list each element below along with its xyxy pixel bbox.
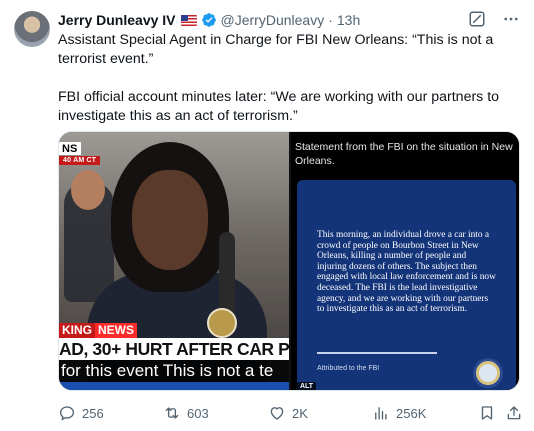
fbi-statement-image[interactable]: Statement from the FBI on the situation … (291, 132, 519, 390)
action-bar: 256 603 2K 256K (58, 403, 523, 423)
time-tag: 40 AM CT (59, 156, 101, 165)
fbi-seal-icon (473, 358, 503, 388)
breaking-label-part-b: NEWS (95, 323, 137, 338)
like-count: 2K (292, 405, 308, 421)
ticker-bar (59, 382, 289, 390)
reply-count: 256 (82, 405, 104, 421)
timestamp[interactable]: 13h (337, 12, 360, 28)
reply-icon (59, 406, 75, 421)
heart-icon (270, 407, 284, 420)
tweet-text: Assistant Special Agent in Charge for FB… (58, 32, 500, 124)
speaker-face (132, 170, 208, 270)
grok-icon[interactable] (468, 10, 486, 33)
media-grid: NS 40 AM CT KING NEWS AD, 30+ HURT AFTER… (58, 131, 520, 391)
bookmark-icon (481, 406, 493, 420)
bookmark-button[interactable] (478, 403, 496, 423)
statement-divider (317, 352, 437, 354)
reply-button[interactable]: 256 (58, 403, 104, 423)
views-count: 256K (396, 405, 427, 421)
author-handle[interactable]: @JerryDunleavy (221, 12, 325, 28)
network-tag: NS (59, 142, 82, 155)
views-chart-icon (375, 407, 387, 420)
background-face (71, 170, 105, 210)
statement-text: This morning, an individual drove a car … (317, 230, 496, 315)
avatar[interactable] (14, 11, 50, 47)
statement-card: This morning, an individual drove a car … (297, 180, 516, 390)
breaking-news-label: KING NEWS (59, 323, 137, 338)
repost-icon (165, 407, 179, 419)
repost-button[interactable]: 603 (163, 403, 209, 423)
uniform-patch (207, 308, 237, 338)
alt-text-badge[interactable]: ALT (297, 382, 317, 390)
news-chyron: AD, 30+ HURT AFTER CAR PLOWS I (59, 338, 289, 360)
views-button[interactable]: 256K (372, 403, 426, 423)
closed-caption: for this event This is not a te (59, 360, 289, 382)
repost-count: 603 (187, 405, 209, 421)
statement-heading: Statement from the FBI on the situation … (295, 141, 513, 167)
like-button[interactable]: 2K (268, 403, 308, 423)
tweet-top-actions (468, 10, 520, 33)
tweet-header: Jerry Dunleavy IV @JerryDunleavy · 13h (58, 11, 360, 29)
more-options-icon[interactable] (502, 10, 520, 33)
breaking-label-part-a: KING (59, 323, 95, 338)
verified-badge-icon[interactable] (201, 12, 217, 28)
news-video-still[interactable]: NS 40 AM CT KING NEWS AD, 30+ HURT AFTER… (59, 132, 289, 390)
separator-dot: · (328, 12, 333, 28)
statement-attribution: Attributed to the FBI (317, 365, 380, 372)
author-name[interactable]: Jerry Dunleavy IV (58, 12, 176, 28)
us-flag-icon (180, 14, 197, 26)
share-icon (507, 406, 521, 420)
share-button[interactable] (505, 403, 523, 423)
tweet[interactable]: Jerry Dunleavy IV @JerryDunleavy · 13h A… (0, 0, 534, 431)
